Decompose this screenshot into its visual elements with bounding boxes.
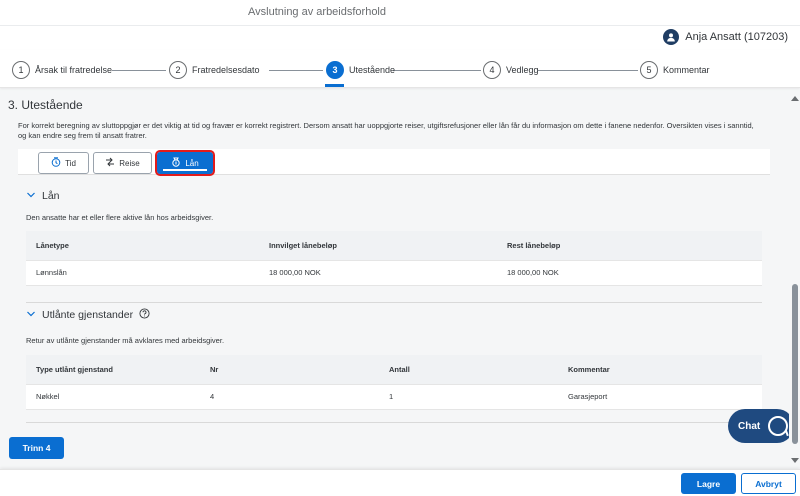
step-label: Årsak til fratredelse xyxy=(35,65,113,75)
user-avatar-icon xyxy=(663,29,680,45)
column-header: Type utlånt gjenstand xyxy=(26,355,200,385)
loan-panel: Lån Den ansatte har et eller flere aktiv… xyxy=(26,190,762,286)
step-connector xyxy=(393,70,481,71)
save-button[interactable]: Lagre xyxy=(681,473,736,494)
column-header: Antall xyxy=(379,355,558,385)
cancel-button[interactable]: Avbryt xyxy=(741,473,796,494)
chat-button[interactable]: Chat xyxy=(728,409,794,443)
table-header-row: Lånetype Innvilget lånebeløp Rest lånebe… xyxy=(26,231,762,261)
step-number: 4 xyxy=(483,61,501,79)
tab-tid[interactable]: Tid xyxy=(38,152,89,174)
scroll-down-icon[interactable] xyxy=(791,458,799,463)
table-row: Lønnslån 18 000,00 NOK 18 000,00 NOK xyxy=(26,260,762,286)
app-title: Avslutning av arbeidsforhold xyxy=(248,6,386,18)
tab-reise[interactable]: Reise xyxy=(93,152,152,174)
column-header: Innvilget lånebeløp xyxy=(259,231,497,261)
loan-heading: Lån xyxy=(42,190,60,202)
step-label: Utestående xyxy=(349,65,396,75)
step-label: Vedlegg xyxy=(506,65,539,75)
step-connector xyxy=(112,70,166,71)
table-cell: Garasjeport xyxy=(558,384,762,410)
items-description: Retur av utlånte gjenstander må avklares… xyxy=(26,336,225,345)
tab-label: Tid xyxy=(65,158,76,168)
chat-bubble-icon xyxy=(768,416,789,436)
time-icon xyxy=(51,157,61,169)
step-1[interactable]: 1 Årsak til fratredelse xyxy=(12,61,112,79)
column-header: Rest lånebeløp xyxy=(497,231,762,261)
panel-divider xyxy=(26,302,762,303)
step-5[interactable]: 5 Kommentar xyxy=(640,61,710,79)
table-cell: 18 000,00 NOK xyxy=(497,260,762,286)
tab-lan[interactable]: Lån xyxy=(155,150,215,176)
wizard-steps: 1 Årsak til fratredelse 2 Fratredelsesda… xyxy=(0,50,800,88)
step-label: Kommentar xyxy=(663,65,710,75)
loan-description: Den ansatte har et eller flere aktive lå… xyxy=(26,213,214,222)
chat-label: Chat xyxy=(738,420,761,432)
tab-label: Lån xyxy=(185,158,199,168)
help-icon[interactable] xyxy=(139,308,150,322)
table-cell: 18 000,00 NOK xyxy=(259,260,497,286)
step-connector xyxy=(538,70,638,71)
scrollbar-thumb[interactable] xyxy=(792,284,798,444)
section-title: 3. Utestående xyxy=(8,98,83,112)
step-number: 3 xyxy=(326,61,344,79)
loan-table: Lånetype Innvilget lånebeløp Rest lånebe… xyxy=(26,231,762,286)
table-header-row: Type utlånt gjenstand Nr Antall Kommenta… xyxy=(26,355,762,385)
step-2[interactable]: 2 Fratredelsesdato xyxy=(169,61,260,79)
app-header: Avslutning av arbeidsforhold xyxy=(0,0,800,26)
panel-divider xyxy=(26,422,762,423)
step-number: 1 xyxy=(12,61,30,79)
step-number: 2 xyxy=(169,61,187,79)
items-panel-header[interactable]: Utlånte gjenstander xyxy=(26,308,762,322)
tab-bar: Tid Reise Lån xyxy=(18,149,770,176)
chevron-down-icon xyxy=(26,309,36,321)
step-label: Fratredelsesdato xyxy=(192,65,260,75)
column-header: Nr xyxy=(200,355,379,385)
table-cell: 1 xyxy=(379,384,558,410)
items-table: Type utlånt gjenstand Nr Antall Kommenta… xyxy=(26,355,762,410)
table-cell: Nøkkel xyxy=(26,384,200,410)
table-cell: 4 xyxy=(200,384,379,410)
scroll-up-icon[interactable] xyxy=(791,96,799,101)
items-heading: Utlånte gjenstander xyxy=(42,309,134,321)
step-4-button[interactable]: Trinn 4 xyxy=(9,437,64,459)
user-name: Anja Ansatt (107203) xyxy=(685,31,788,43)
column-header: Lånetype xyxy=(26,231,259,261)
user-menu[interactable]: Anja Ansatt (107203) xyxy=(663,29,788,45)
money-bills-icon xyxy=(171,157,181,169)
step-3[interactable]: 3 Utestående xyxy=(326,61,395,79)
active-step-indicator xyxy=(325,84,344,87)
step-4[interactable]: 4 Vedlegg xyxy=(483,61,539,79)
step-number: 5 xyxy=(640,61,658,79)
section-intro: For korrekt beregning av sluttoppgjør er… xyxy=(18,121,754,140)
tab-label: Reise xyxy=(119,158,140,168)
loan-panel-header[interactable]: Lån xyxy=(26,190,762,202)
table-cell: Lønnslån xyxy=(26,260,259,286)
travel-icon xyxy=(105,157,115,169)
step-connector xyxy=(269,70,323,71)
chevron-down-icon xyxy=(26,190,36,202)
footer-toolbar: Lagre Avbryt xyxy=(0,469,800,496)
column-header: Kommentar xyxy=(558,355,762,385)
user-bar: Anja Ansatt (107203) xyxy=(0,26,800,50)
items-panel: Utlånte gjenstander Retur av utlånte gje… xyxy=(26,308,762,410)
table-row: Nøkkel 4 1 Garasjeport xyxy=(26,384,762,410)
